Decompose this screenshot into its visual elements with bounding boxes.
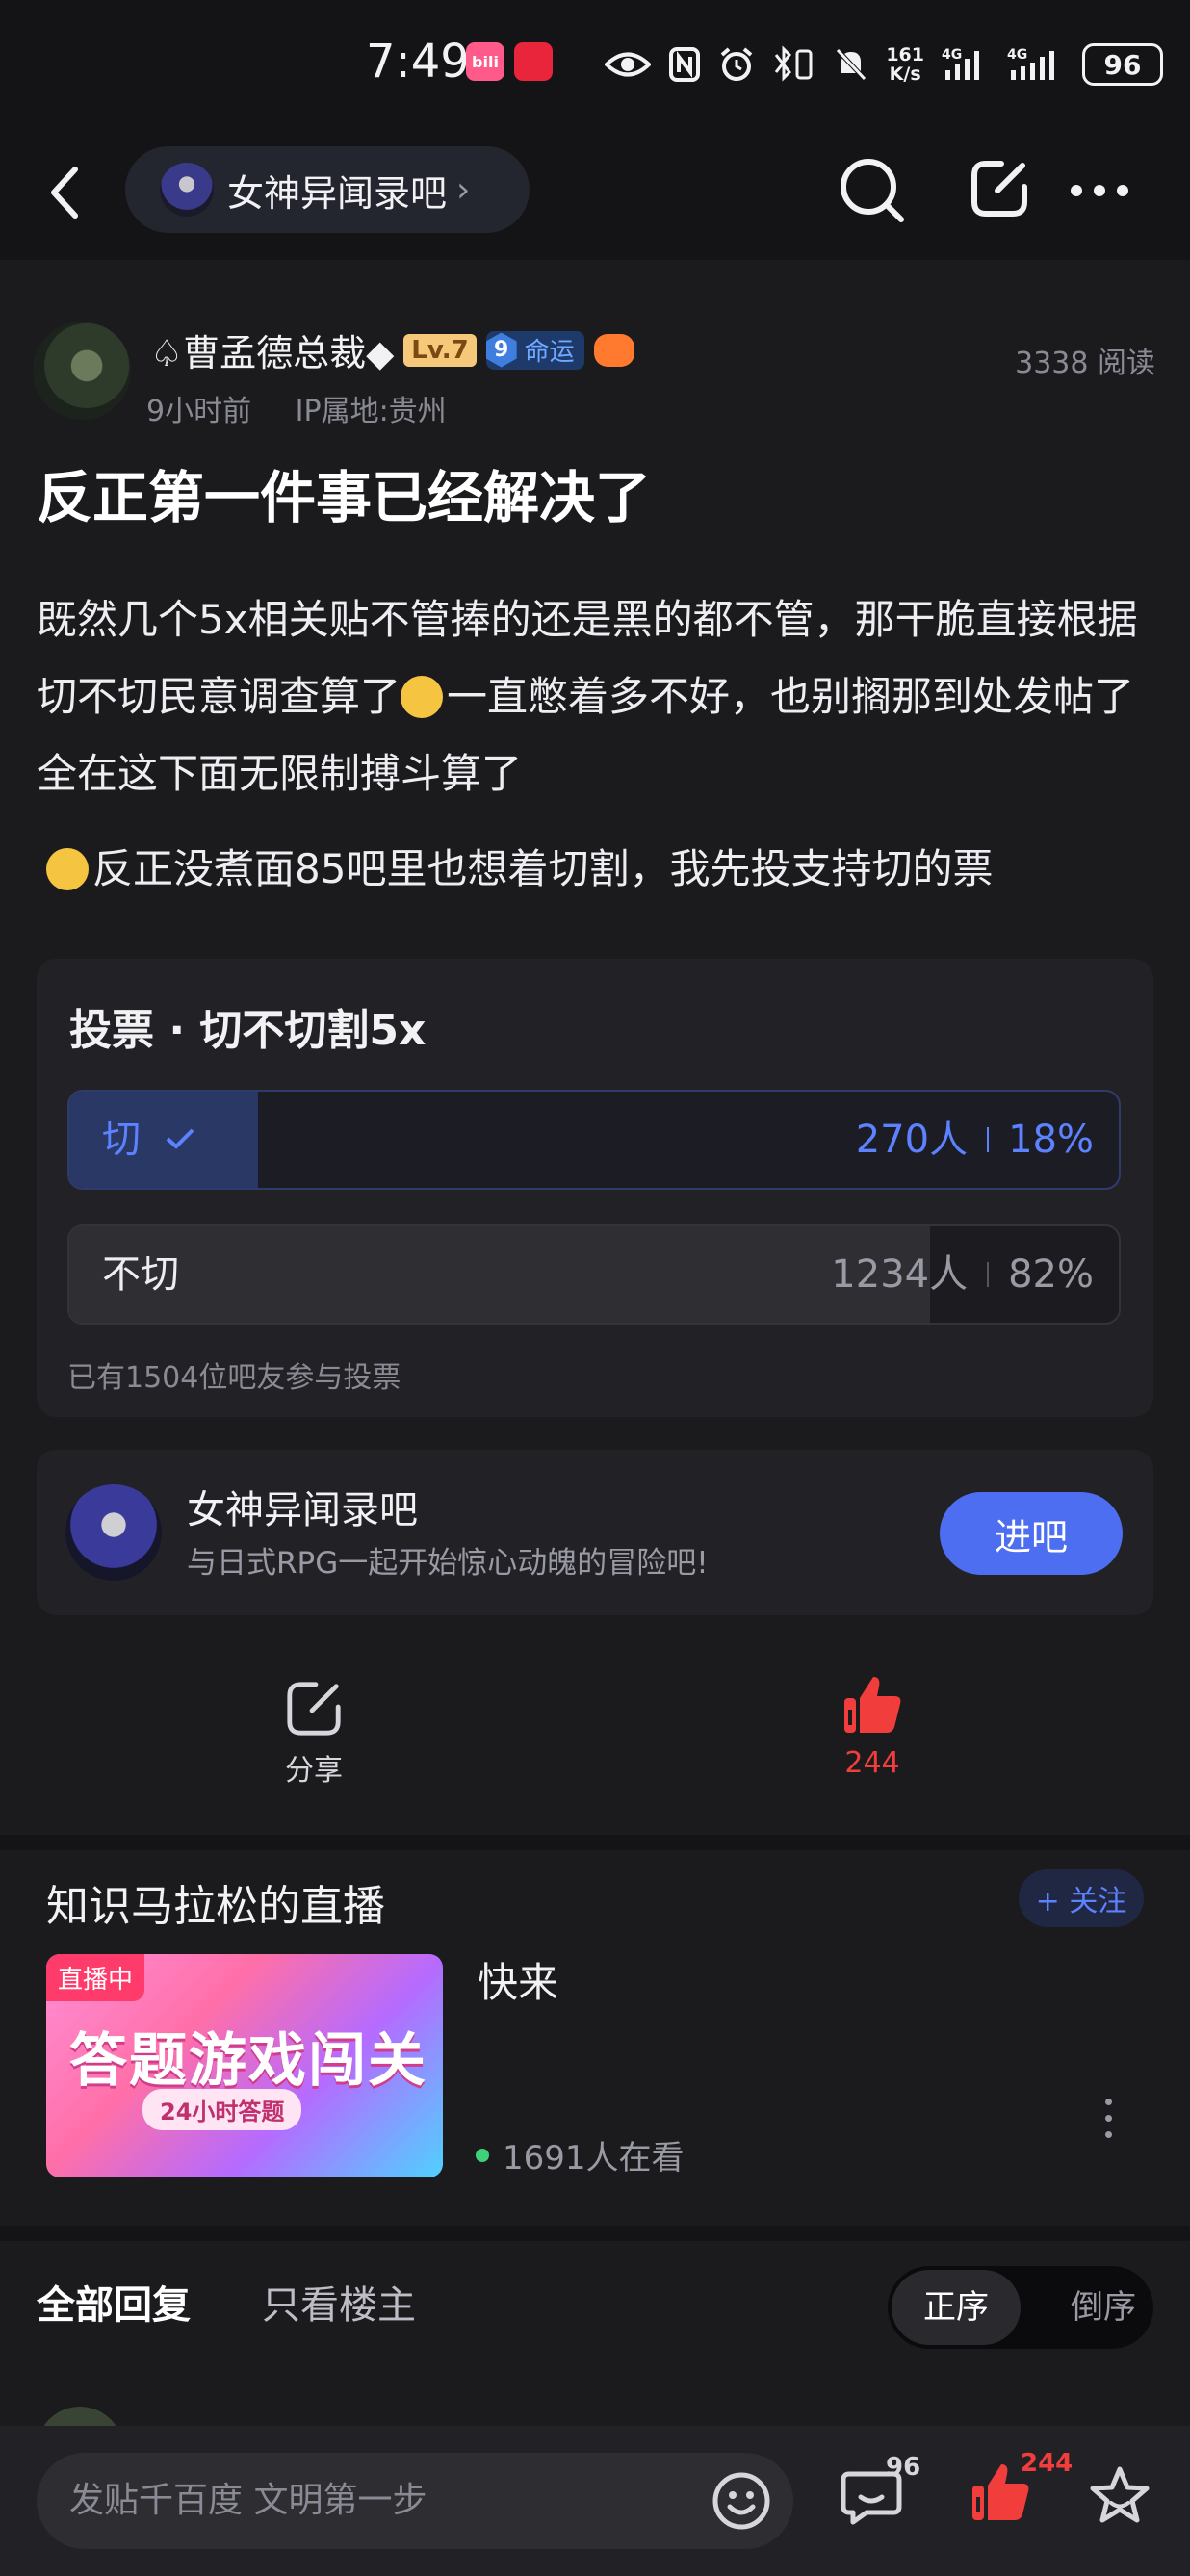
vote-option-1-count: 270人 bbox=[855, 1118, 969, 1162]
more-options-icon[interactable] bbox=[1069, 183, 1130, 198]
post-body-paragraph: 既然几个5x相关贴不管捧的还是黑的都不管，那干脆直接根据切不切民意调查算了 一直憋… bbox=[37, 596, 1138, 797]
bilibili-app-icon: bili bbox=[466, 42, 504, 81]
tab-all-replies[interactable]: 全部回复 bbox=[37, 2274, 191, 2330]
live-badge: 直播中 bbox=[46, 1954, 145, 2001]
battery-indicator: 96 bbox=[1082, 43, 1163, 86]
forum-name-label: 女神异闻录吧 bbox=[227, 171, 448, 215]
post-title: 反正第一件事已经解决了 bbox=[37, 465, 652, 530]
net-speed: 161 K/s bbox=[886, 44, 924, 85]
forum-card-desc: 与日式RPG一起开始惊心动魄的冒险吧! bbox=[187, 1546, 709, 1581]
forum-name-pill[interactable]: 女神异闻录吧 › bbox=[125, 146, 530, 233]
emoji-icon[interactable] bbox=[711, 2470, 772, 2532]
vote-option-2-percent: 82% bbox=[1008, 1252, 1094, 1297]
share-button[interactable]: 分享 bbox=[266, 1679, 362, 1789]
mute-bell-icon bbox=[836, 48, 867, 81]
like-button[interactable]: 244 bbox=[824, 1673, 920, 1780]
vote-option-2-count: 1234人 bbox=[831, 1252, 969, 1297]
share-label: 分享 bbox=[285, 1754, 343, 1788]
post-body-paragraph-2: 反正没煮面85吧里也想着切割，我先投支持切的票 bbox=[46, 837, 993, 901]
vote-option-1[interactable]: 切 270人 18% bbox=[67, 1090, 1121, 1190]
favorite-star-icon[interactable] bbox=[1088, 2464, 1151, 2528]
signal-4g-icon: 4G bbox=[942, 47, 979, 80]
live-stream-name[interactable]: 快来 bbox=[478, 1950, 558, 2009]
enter-forum-button[interactable]: 进吧 bbox=[940, 1492, 1123, 1575]
badge-level-icon: 9 bbox=[485, 332, 517, 368]
back-icon[interactable] bbox=[48, 166, 83, 219]
badge-text: 命运 bbox=[524, 338, 575, 367]
share-icon bbox=[287, 1682, 341, 1736]
divider bbox=[987, 1262, 990, 1287]
divider bbox=[987, 1127, 990, 1152]
tab-op-only[interactable]: 只看楼主 bbox=[262, 2274, 416, 2330]
forum-card-avatar bbox=[65, 1484, 162, 1581]
chevron-right-icon: › bbox=[456, 169, 471, 210]
live-section-title: 知识马拉松的直播 bbox=[46, 1882, 385, 1931]
edit-post-icon[interactable] bbox=[969, 158, 1030, 219]
follow-button[interactable]: + 关注 bbox=[1019, 1869, 1144, 1927]
bottom-like-count: 244 bbox=[1021, 2449, 1074, 2478]
author-avatar[interactable] bbox=[33, 322, 131, 420]
like-count: 244 bbox=[844, 1746, 900, 1780]
eye-icon bbox=[605, 52, 652, 77]
reply-placeholder: 发贴千百度 文明第一步 bbox=[69, 2481, 427, 2520]
signal-4g-icon-2: 4G bbox=[1007, 47, 1054, 80]
author-name[interactable]: ♤曹孟德总裁◆ bbox=[150, 323, 394, 376]
svg-text:4G: 4G bbox=[1007, 47, 1027, 63]
thumbnail-subtitle: 24小时答题 bbox=[142, 2089, 302, 2130]
live-dot-icon bbox=[476, 2148, 489, 2162]
gamepad-icon bbox=[593, 333, 634, 367]
post-ip: IP属地:贵州 bbox=[295, 395, 447, 428]
title-badge: 9 命运 bbox=[485, 330, 584, 370]
forum-avatar bbox=[160, 163, 214, 217]
vote-option-1-percent: 18% bbox=[1008, 1118, 1094, 1162]
sort-toggle[interactable]: 正序 倒序 bbox=[888, 2266, 1153, 2349]
bottom-like-button[interactable]: 244 bbox=[969, 2449, 1073, 2537]
vote-participants: 已有1504位吧友参与投票 bbox=[67, 1361, 401, 1395]
smile-emoji-icon bbox=[401, 676, 444, 718]
vote-option-1-result: 270人 18% bbox=[856, 1092, 1094, 1188]
bluetooth-battery-icon bbox=[775, 45, 813, 82]
nfc-icon bbox=[669, 47, 701, 82]
comment-button[interactable]: 96 bbox=[840, 2453, 926, 2541]
search-icon[interactable] bbox=[838, 156, 907, 225]
vote-option-1-label: 切 bbox=[102, 1092, 195, 1188]
level-badge: Lv.7 bbox=[403, 333, 477, 367]
alarm-icon bbox=[721, 47, 753, 81]
read-count: 3338 阅读 bbox=[1015, 347, 1155, 380]
sort-descending[interactable]: 倒序 bbox=[1071, 2270, 1136, 2345]
svg-text:4G: 4G bbox=[942, 47, 962, 63]
notification-app-icon bbox=[514, 42, 553, 81]
thumbs-up-icon bbox=[844, 1677, 901, 1733]
smile-emoji-icon bbox=[46, 848, 89, 890]
vote-option-2-fill bbox=[69, 1226, 930, 1323]
status-icons: 161 K/s 4G 4G 96 bbox=[605, 37, 1163, 92]
live-thumbnail[interactable]: 直播中 答题游戏闯关 24小时答题 bbox=[46, 1954, 443, 2177]
vote-title: 投票 · 切不切割5x bbox=[69, 1006, 427, 1055]
sort-ascending[interactable]: 正序 bbox=[892, 2270, 1021, 2345]
vote-option-2-result: 1234人 82% bbox=[831, 1226, 1094, 1323]
check-icon bbox=[166, 1128, 194, 1149]
post-time: 9小时前 bbox=[146, 395, 252, 428]
vote-option-2-label: 不切 bbox=[102, 1252, 179, 1297]
comment-count: 96 bbox=[886, 2453, 921, 2482]
live-viewers: 1691人在看 bbox=[476, 2131, 685, 2178]
reply-input[interactable]: 发贴千百度 文明第一步 bbox=[37, 2453, 793, 2549]
forum-card-name: 女神异闻录吧 bbox=[187, 1488, 418, 1533]
post-meta: 9小时前 IP属地:贵州 bbox=[146, 387, 447, 429]
status-time: 7:49 bbox=[366, 35, 470, 89]
more-vertical-icon[interactable] bbox=[1105, 2099, 1117, 2148]
thumbnail-title: 答题游戏闯关 bbox=[69, 2027, 427, 2095]
author-row: ♤曹孟德总裁◆ Lv.7 9 命运 bbox=[150, 323, 634, 376]
vote-option-2[interactable]: 不切 1234人 82% bbox=[67, 1224, 1121, 1325]
